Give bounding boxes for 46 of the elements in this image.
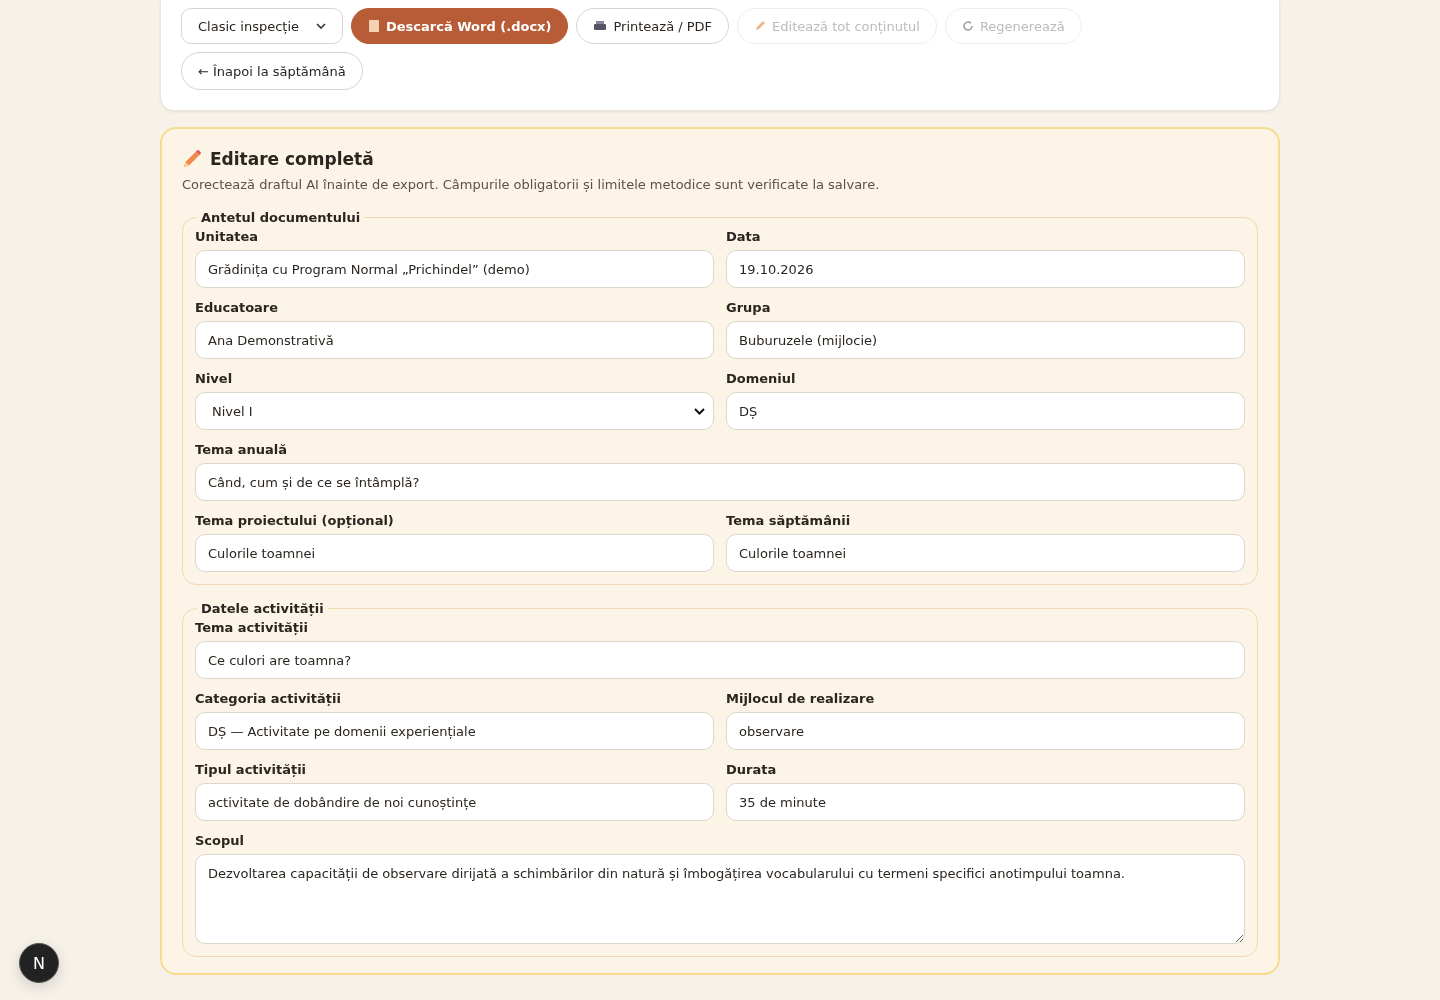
field-label: Tema săptămânii [726,513,852,528]
input-field[interactable]: Când, cum și de ce se întâmplă? [195,463,1245,501]
back-button[interactable]: ← Înapoi la săptămână [181,52,363,90]
refresh-icon [961,20,974,32]
input-field[interactable]: activitate de dobândire de noi cunoștințe [195,783,714,821]
field-label: Grupa [726,300,772,315]
field-label: Data [726,229,762,244]
field-label: Unitatea [195,229,260,244]
input-field[interactable]: Ana Demonstrativă [195,321,714,359]
input-field[interactable]: Culorile toamnei [726,534,1245,572]
field-label: Tema activității [195,620,309,635]
document-icon [368,19,380,33]
input-field[interactable]: Culorile toamnei [195,534,714,572]
input-field[interactable]: DȘ — Activitate pe domenii experiențiale [195,712,714,750]
field-label: Scopul [195,833,246,848]
text-area[interactable]: Dezvoltarea capacității de observare dirijată a schimbărilor din natură și îmbogățirea vocabularului cu termeni specifici anotimpului toamna. [195,854,1245,944]
field-label: Mijlocul de realizare [726,691,876,706]
editor-title: Editare completă [210,149,374,169]
toolbar-button[interactable]: Printează / PDF [576,8,730,44]
section-legend: Antetul documentului [197,210,365,225]
pencil-icon [182,149,202,169]
field-label: Durata [726,762,778,777]
field-label: Tipul activității [195,762,308,777]
style-select[interactable]: Clasic inspecție [181,8,343,44]
field-label: Tema proiectului (opțional) [195,513,395,528]
section-legend: Datele activității [197,601,328,616]
field-label: Categoria activității [195,691,342,706]
printer-icon [593,20,608,32]
input-field[interactable]: observare [726,712,1245,750]
toolbar-button[interactable]: Descarcă Word (.docx) [351,8,569,44]
input-field[interactable]: 19.10.2026 [726,250,1245,288]
field-label: Nivel [195,371,234,386]
input-field[interactable]: Buburuzele (mijlocie) [726,321,1245,359]
chevron-icon [316,23,326,29]
input-field[interactable]: Ce culori are toamna? [195,641,1245,679]
chevron-icon [694,407,705,415]
editor-subtitle: Corectează draftul AI înainte de export. Câmpurile obligatorii și limitele metodice sunt verificate la salvare. [182,177,881,192]
pencil-icon [754,20,767,32]
dev-badge[interactable]: N [19,943,59,983]
select-field[interactable]: Nivel I [195,392,714,430]
field-label: Educatoare [195,300,280,315]
input-field[interactable]: DȘ [726,392,1245,430]
input-field[interactable]: 35 de minute [726,783,1245,821]
input-field[interactable]: Grădinița cu Program Normal „Prichindel” (demo) [195,250,714,288]
field-label: Domeniul [726,371,797,386]
field-label: Tema anuală [195,442,289,457]
